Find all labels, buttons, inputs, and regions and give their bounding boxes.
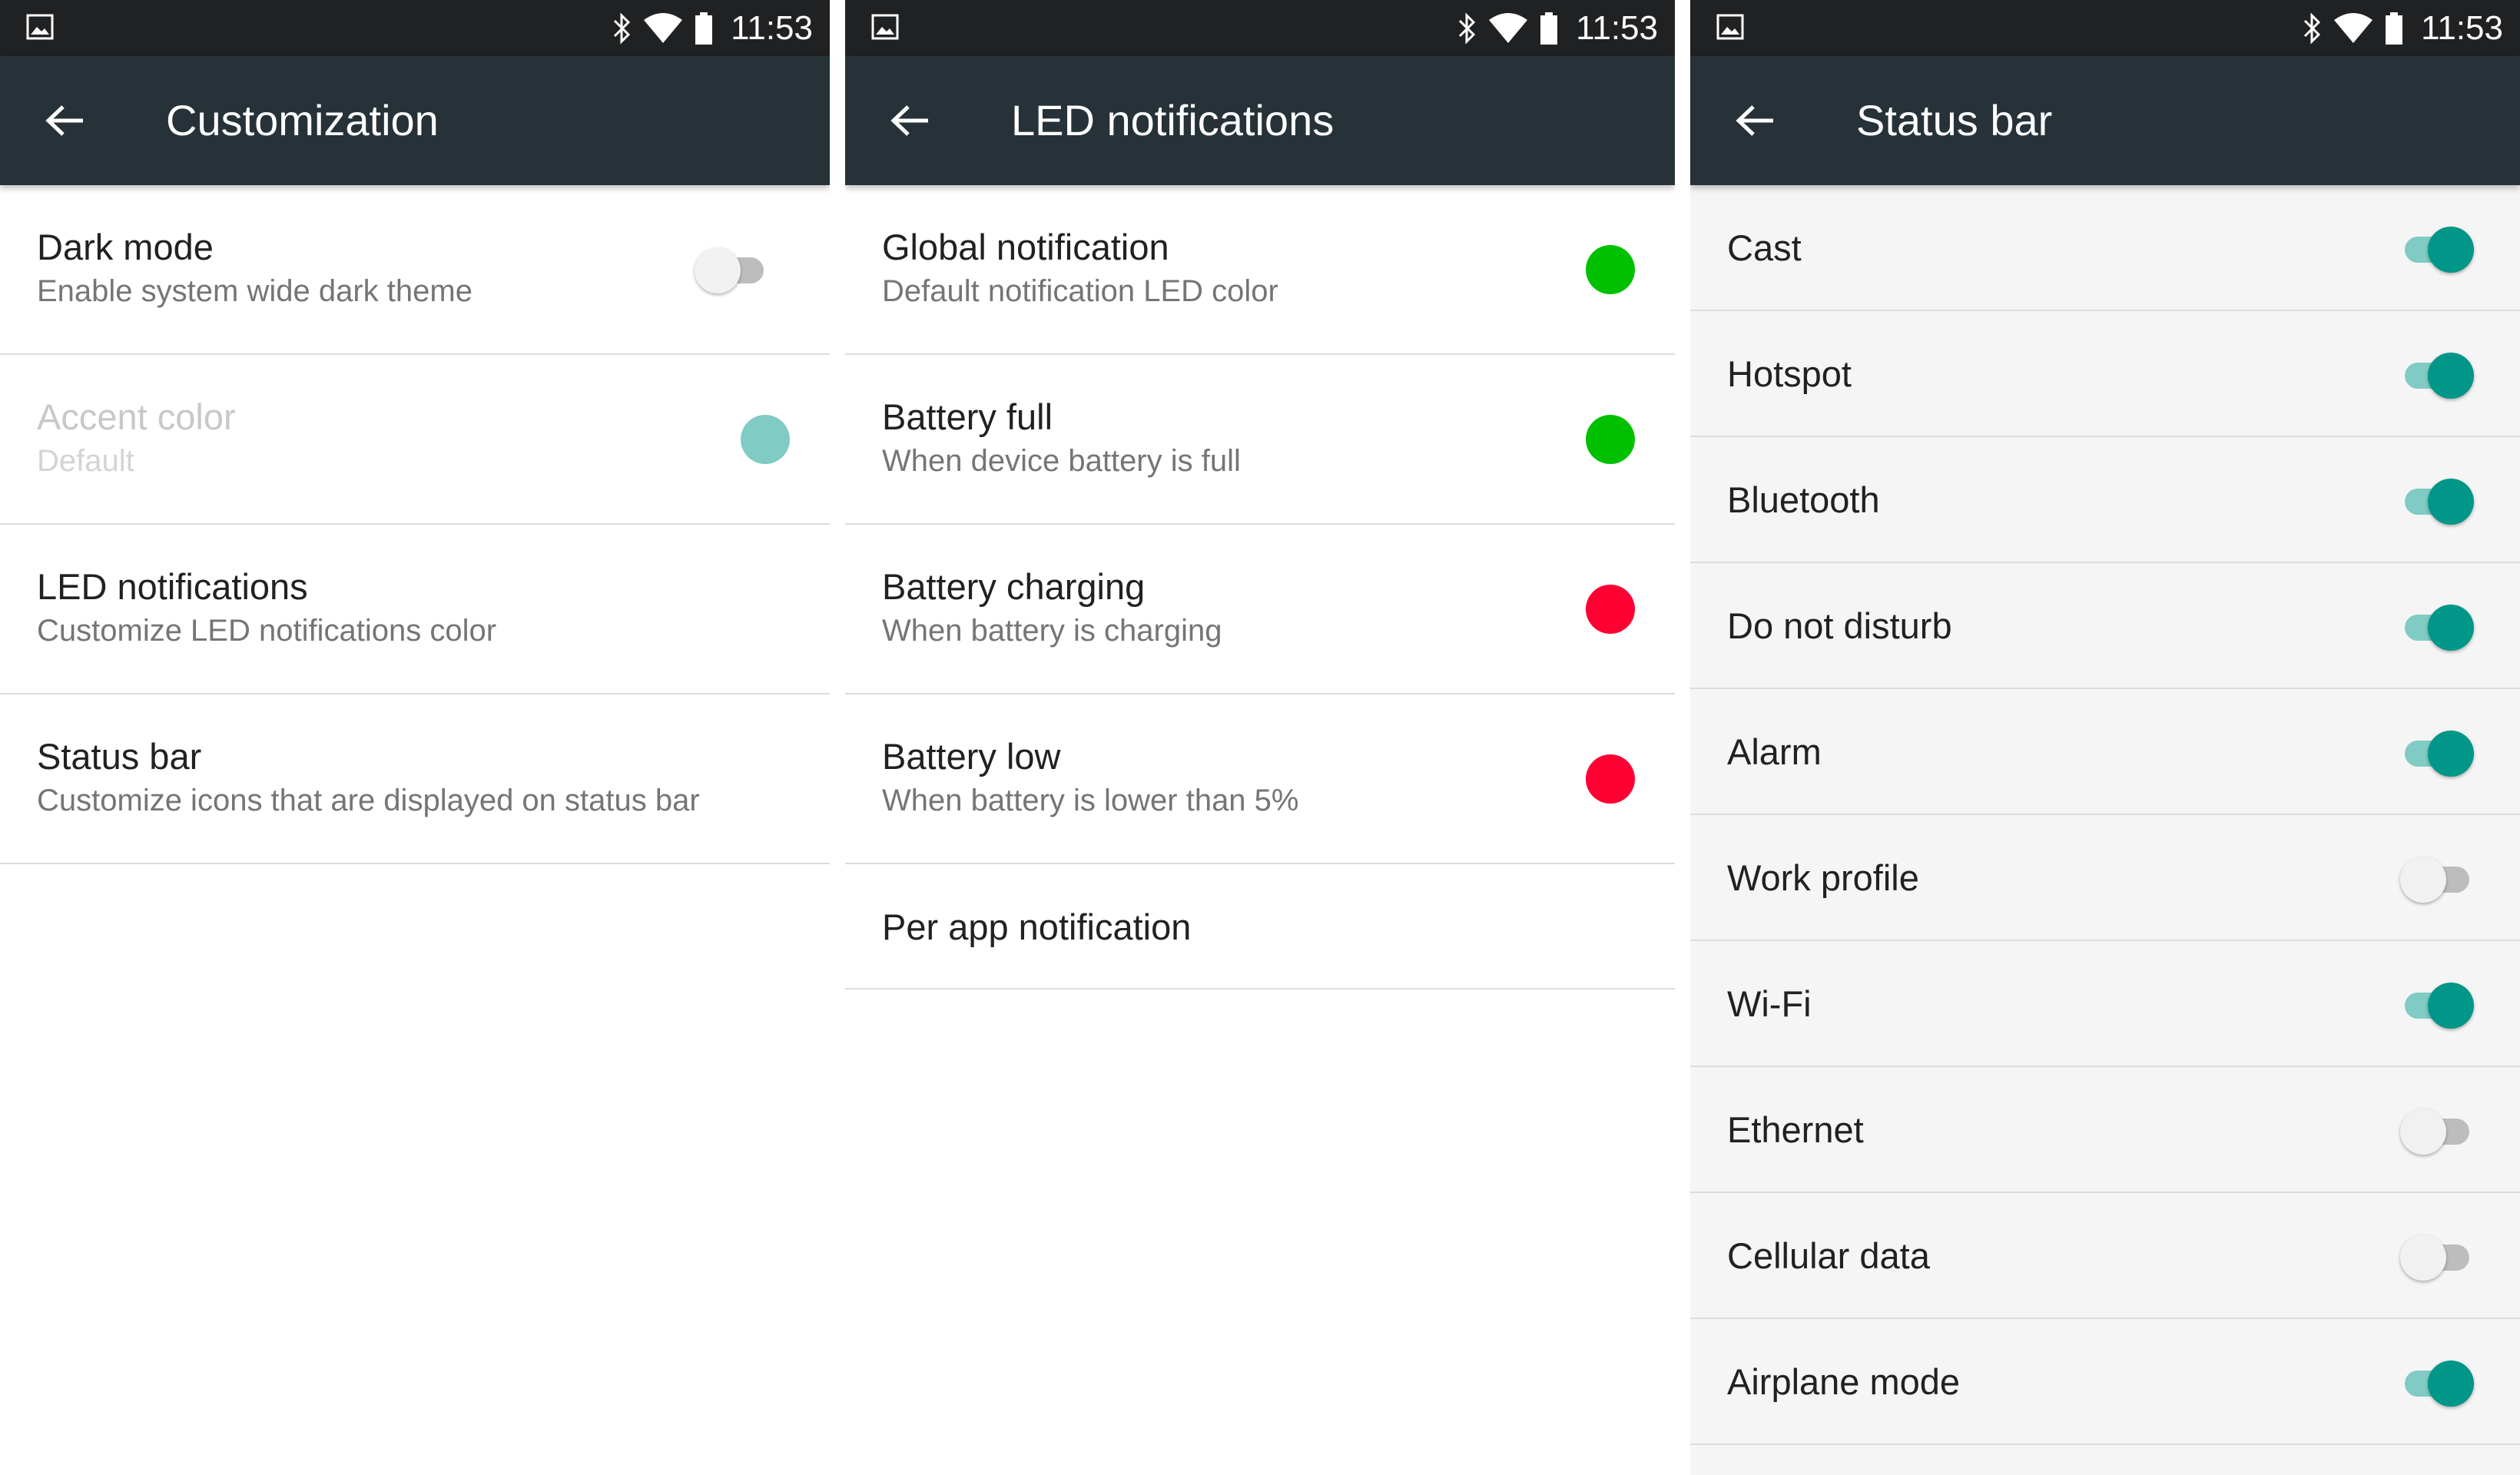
status-bar: 11:53 xyxy=(0,0,830,56)
settings-list: Dark mode Enable system wide dark theme … xyxy=(0,185,830,864)
led-list: Global notification Default notification… xyxy=(845,185,1675,989)
arrow-back-icon xyxy=(890,105,928,136)
setting-title: Airplane mode xyxy=(1727,1361,1961,1402)
wifi-icon xyxy=(644,12,683,43)
image-notification-icon xyxy=(26,14,54,40)
battery-icon xyxy=(695,12,713,45)
airplane-mode-switch[interactable] xyxy=(2400,1354,2474,1410)
wifi-icon xyxy=(1489,12,1528,43)
cellular-data-switch[interactable] xyxy=(2400,1228,2474,1284)
hotspot-switch[interactable] xyxy=(2400,346,2474,402)
bluetooth-switch[interactable] xyxy=(2400,472,2474,528)
setting-summary: When device battery is full xyxy=(882,444,1241,478)
setting-title: Work profile xyxy=(1727,857,1919,898)
setting-summary: Default notification LED color xyxy=(882,274,1278,308)
setting-title: Battery charging xyxy=(882,566,1146,607)
led-color-swatch xyxy=(1586,245,1635,294)
app-bar: LED notifications xyxy=(845,56,1675,185)
arrow-back-icon xyxy=(1736,105,1773,136)
setting-title: Accent color xyxy=(37,396,236,437)
page-title: Status bar xyxy=(1856,96,2053,144)
back-button[interactable] xyxy=(1724,90,1786,151)
alarm-switch[interactable] xyxy=(2400,724,2474,780)
dark-mode-switch[interactable] xyxy=(695,241,768,297)
setting-status-bar[interactable]: Status bar Customize icons that are disp… xyxy=(0,694,830,864)
setting-title: Battery full xyxy=(882,396,1053,437)
setting-title: Battery low xyxy=(882,736,1061,777)
cast-switch[interactable] xyxy=(2400,220,2474,276)
status-bar: 11:53 xyxy=(1690,0,2520,56)
setting-led-notifications[interactable]: LED notifications Customize LED notifica… xyxy=(0,525,830,694)
status-item-ethernet[interactable]: Ethernet xyxy=(1690,1067,2520,1193)
page-title: Customization xyxy=(166,96,439,144)
setting-title: Wi-Fi xyxy=(1727,983,1812,1024)
ethernet-switch[interactable] xyxy=(2400,1102,2474,1158)
setting-title: LED notifications xyxy=(37,566,308,607)
battery-icon xyxy=(1540,12,1558,45)
status-item-alarm[interactable]: Alarm xyxy=(1690,689,2520,815)
led-battery-charging[interactable]: Battery charging When battery is chargin… xyxy=(845,525,1675,694)
work-profile-switch[interactable] xyxy=(2400,850,2474,906)
bluetooth-icon xyxy=(1459,12,1476,45)
clock: 11:53 xyxy=(731,8,813,47)
setting-summary: Customize LED notifications color xyxy=(37,614,497,648)
setting-title: Per app notification xyxy=(882,907,1192,947)
app-bar: Customization xyxy=(0,56,830,185)
status-item-bluetooth[interactable]: Bluetooth xyxy=(1690,437,2520,563)
clock: 11:53 xyxy=(2421,8,2503,47)
wifi-switch[interactable] xyxy=(2400,976,2474,1032)
battery-icon xyxy=(2386,12,2403,45)
led-global-notification[interactable]: Global notification Default notification… xyxy=(845,185,1675,355)
accent-color-swatch xyxy=(741,415,790,464)
status-item-cast[interactable]: Cast xyxy=(1690,185,2520,311)
setting-title: Alarm xyxy=(1727,731,1822,772)
setting-title: Hotspot xyxy=(1727,353,1852,394)
status-bar-screen: 11:53 Status bar Cast Hotspot Bluetooth … xyxy=(1690,0,2520,1475)
image-notification-icon xyxy=(1716,14,1744,40)
led-color-swatch xyxy=(1586,415,1635,464)
setting-summary: Customize icons that are displayed on st… xyxy=(37,784,700,817)
setting-accent-color: Accent color Default xyxy=(0,355,830,525)
setting-title: Global notification xyxy=(882,227,1169,267)
arrow-back-icon xyxy=(45,105,83,136)
setting-summary: Enable system wide dark theme xyxy=(37,274,472,308)
status-item-do-not-disturb[interactable]: Do not disturb xyxy=(1690,563,2520,689)
status-item-cellular-data[interactable]: Cellular data xyxy=(1690,1193,2520,1319)
setting-title: Do not disturb xyxy=(1727,605,1952,646)
bluetooth-icon xyxy=(614,12,631,45)
setting-title: Cast xyxy=(1727,227,1802,268)
led-per-app-notification[interactable]: Per app notification xyxy=(845,864,1675,989)
status-item-wifi[interactable]: Wi-Fi xyxy=(1690,941,2520,1067)
back-button[interactable] xyxy=(34,90,95,151)
setting-title: Status bar xyxy=(37,736,202,777)
status-bar: 11:53 xyxy=(845,0,1675,56)
setting-summary: When battery is charging xyxy=(882,614,1222,648)
led-notifications-screen: 11:53 LED notifications Global notificat… xyxy=(845,0,1675,1475)
page-title: LED notifications xyxy=(1011,96,1335,144)
setting-summary: Default xyxy=(37,444,134,478)
wifi-icon xyxy=(2334,12,2373,43)
status-bar-icons-list: Cast Hotspot Bluetooth Do not disturb Al… xyxy=(1690,185,2520,1445)
setting-title: Dark mode xyxy=(37,227,214,267)
image-notification-icon xyxy=(871,14,899,40)
status-item-hotspot[interactable]: Hotspot xyxy=(1690,311,2520,437)
setting-title: Ethernet xyxy=(1727,1109,1864,1150)
setting-summary: When battery is lower than 5% xyxy=(882,784,1299,817)
app-bar: Status bar xyxy=(1690,56,2520,185)
led-battery-full[interactable]: Battery full When device battery is full xyxy=(845,355,1675,525)
setting-title: Bluetooth xyxy=(1727,479,1880,520)
setting-dark-mode[interactable]: Dark mode Enable system wide dark theme xyxy=(0,185,830,355)
do-not-disturb-switch[interactable] xyxy=(2400,598,2474,654)
led-battery-low[interactable]: Battery low When battery is lower than 5… xyxy=(845,694,1675,864)
status-item-work-profile[interactable]: Work profile xyxy=(1690,815,2520,941)
customization-screen: 11:53 Customization Dark mode Enable sys… xyxy=(0,0,830,1475)
led-color-swatch xyxy=(1586,585,1635,634)
setting-title: Cellular data xyxy=(1727,1235,1930,1276)
led-color-swatch xyxy=(1586,754,1635,804)
back-button[interactable] xyxy=(879,90,940,151)
bluetooth-icon xyxy=(2304,12,2321,45)
status-item-airplane-mode[interactable]: Airplane mode xyxy=(1690,1319,2520,1445)
clock: 11:53 xyxy=(1576,8,1658,47)
